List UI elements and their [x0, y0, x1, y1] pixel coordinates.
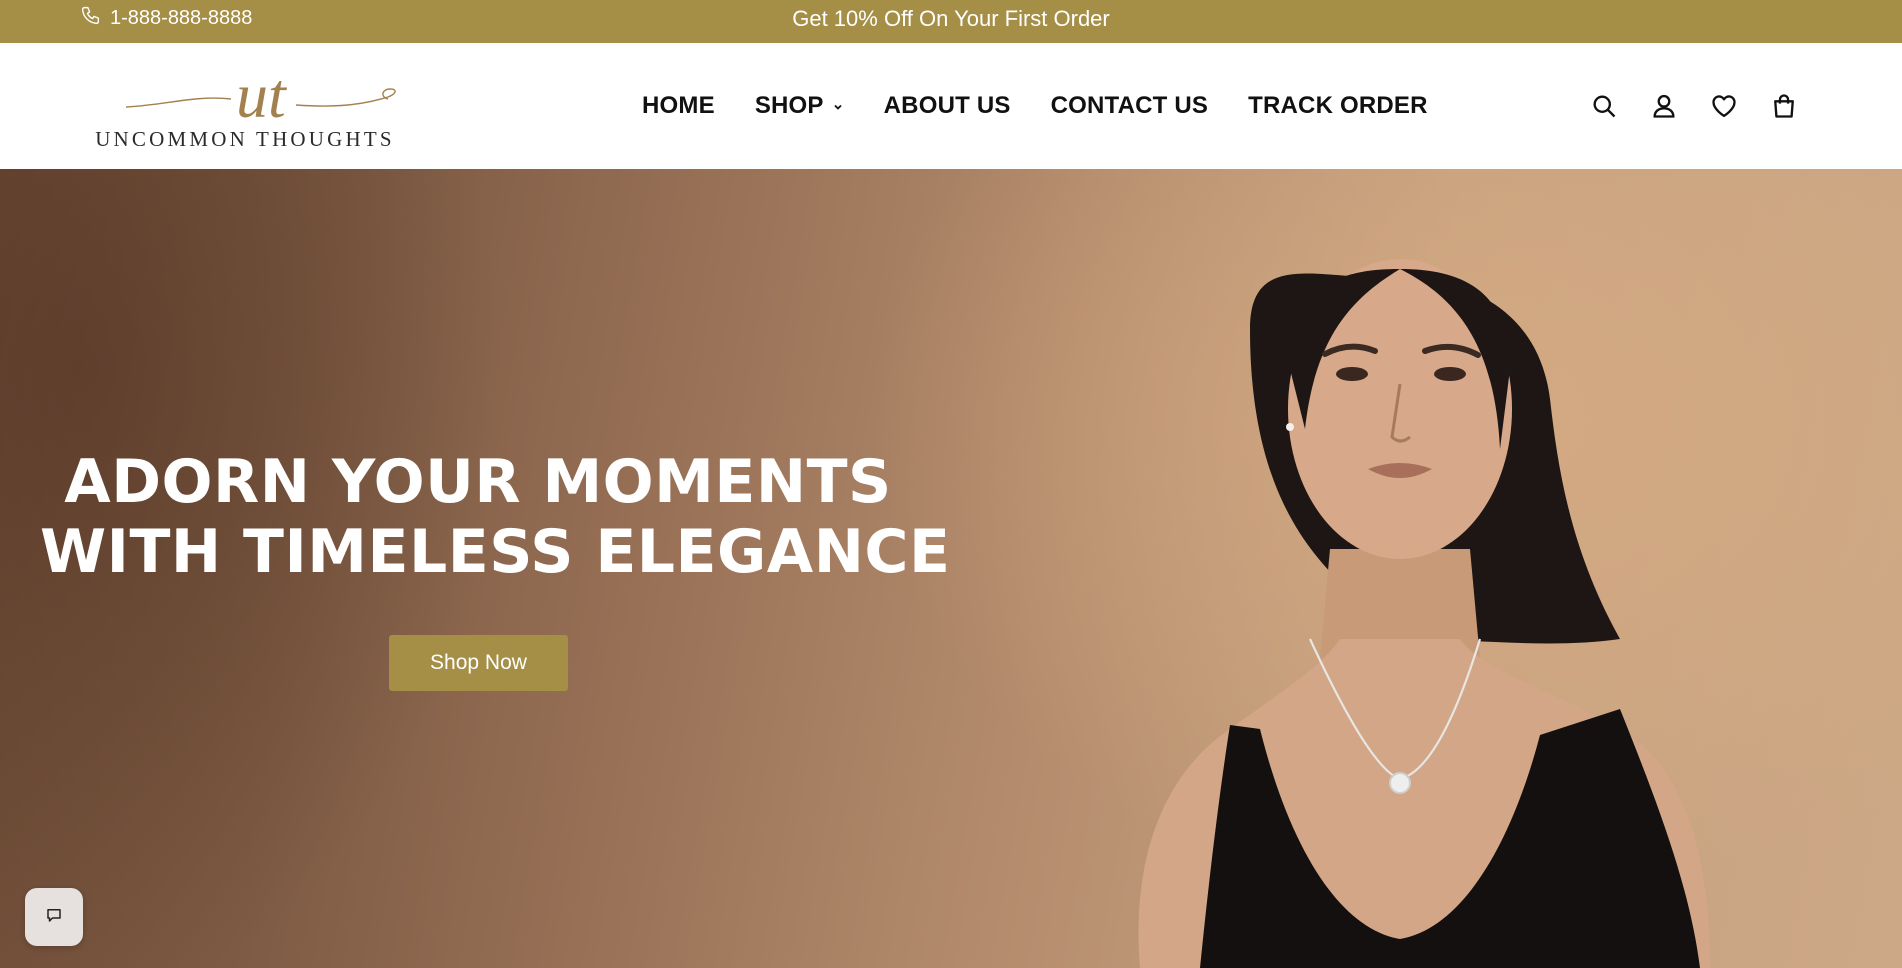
nav-track-label: TRACK ORDER — [1248, 92, 1428, 119]
hero-title-line1: ADORN YOUR MOMENTS — [64, 447, 892, 517]
nav-home[interactable]: HOME — [642, 92, 715, 120]
hero-title-line2: WITH TIMELESS ELEGANCE — [40, 517, 951, 587]
nav-track-order[interactable]: TRACK ORDER — [1248, 92, 1428, 120]
nav-about-us[interactable]: ABOUT US — [884, 92, 1011, 120]
header-actions — [1590, 43, 1798, 169]
brand-logo[interactable]: ut UNCOMMON THOUGHTS — [86, 61, 404, 153]
nav-contact-label: CONTACT US — [1050, 92, 1209, 119]
nav-about-label: ABOUT US — [883, 92, 1011, 119]
brand-monogram: ut — [126, 61, 396, 127]
hero-banner: ADORN YOUR MOMENTS WITH TIMELESS ELEGANC… — [0, 169, 1902, 968]
chat-icon — [45, 906, 63, 929]
chevron-down-icon — [832, 92, 844, 120]
hero-title: ADORN YOUR MOMENTS WITH TIMELESS ELEGANC… — [40, 447, 951, 587]
chat-widget-button[interactable] — [25, 888, 83, 946]
shop-now-button[interactable]: Shop Now — [389, 635, 568, 691]
promo-text: Get 10% Off On Your First Order — [792, 5, 1110, 31]
hero-model-image — [1138, 259, 1710, 968]
account-icon[interactable] — [1650, 92, 1678, 120]
cart-bag-icon[interactable] — [1770, 92, 1798, 120]
brand-name: UNCOMMON THOUGHTS — [95, 127, 395, 151]
nav-contact-us[interactable]: CONTACT US — [1051, 92, 1209, 120]
announcement-bar: 1-888-888-8888 Get 10% Off On Your First… — [0, 0, 1902, 43]
main-nav: HOME SHOP ABOUT US CONTACT US TRACK ORDE… — [642, 43, 1428, 169]
wishlist-heart-icon[interactable] — [1710, 92, 1738, 120]
nav-home-label: HOME — [642, 92, 715, 119]
svg-text:ut: ut — [236, 61, 288, 127]
nav-shop-label: SHOP — [754, 92, 824, 119]
search-icon[interactable] — [1590, 92, 1618, 120]
nav-shop[interactable]: SHOP — [755, 92, 844, 120]
site-header: ut UNCOMMON THOUGHTS HOME SHOP ABOUT US … — [0, 43, 1902, 169]
